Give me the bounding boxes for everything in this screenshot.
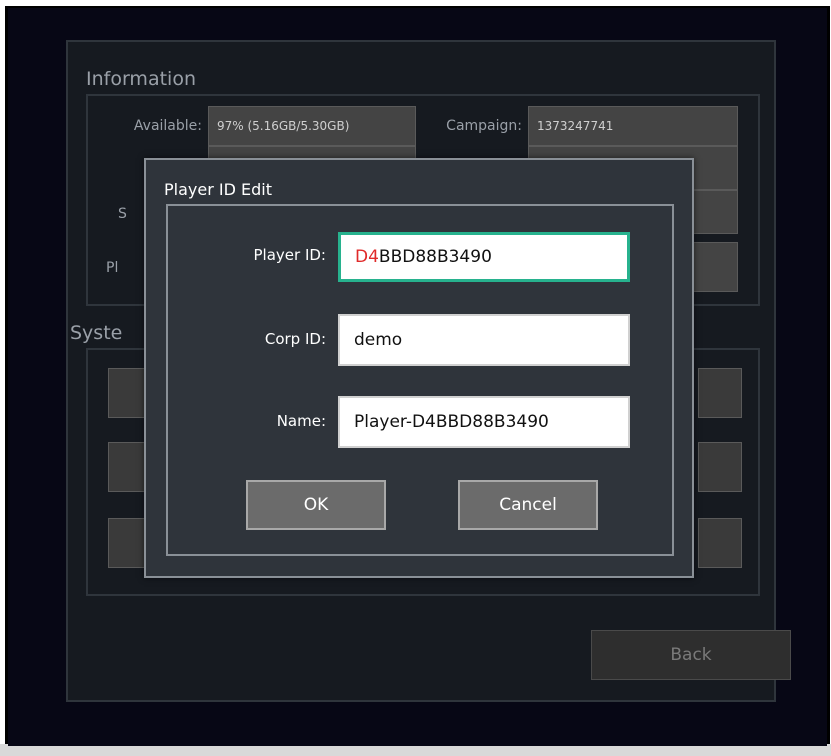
campaign-value: 1373247741 bbox=[528, 106, 738, 146]
player-id-input[interactable]: D4BBD88B3490 bbox=[338, 232, 630, 282]
dialog-title: Player ID Edit bbox=[164, 180, 272, 199]
campaign-label: Campaign: bbox=[446, 118, 522, 134]
partial-label: S bbox=[118, 206, 127, 222]
screenshot-frame: Information Available: 97% (5.16GB/5.30G… bbox=[0, 0, 831, 756]
back-button[interactable]: Back bbox=[591, 630, 791, 680]
system-button[interactable] bbox=[698, 518, 742, 568]
system-button[interactable] bbox=[108, 442, 148, 492]
partial-label: Pl bbox=[106, 260, 119, 276]
system-button[interactable] bbox=[108, 368, 148, 418]
system-button[interactable] bbox=[108, 518, 148, 568]
available-label: Available: bbox=[133, 118, 202, 134]
cancel-button[interactable]: Cancel bbox=[458, 480, 598, 530]
information-title: Information bbox=[86, 68, 196, 90]
system-button[interactable] bbox=[698, 368, 742, 418]
right-border bbox=[827, 6, 830, 746]
player-id-highlighted-text: D4 bbox=[355, 247, 379, 267]
app-screen: Information Available: 97% (5.16GB/5.30G… bbox=[8, 6, 827, 746]
player-id-label: Player ID: bbox=[253, 246, 326, 264]
name-label: Name: bbox=[276, 412, 326, 430]
corp-id-label: Corp ID: bbox=[264, 330, 326, 348]
system-button[interactable] bbox=[698, 442, 742, 492]
dialog-form: Player ID: D4BBD88B3490 Corp ID: demo Na… bbox=[166, 204, 674, 556]
ok-button[interactable]: OK bbox=[246, 480, 386, 530]
player-id-text: BBD88B3490 bbox=[378, 247, 492, 267]
system-title: Syste bbox=[70, 322, 123, 344]
name-input[interactable]: Player-D4BBD88B3490 bbox=[338, 396, 630, 448]
player-id-edit-dialog: Player ID Edit Player ID: D4BBD88B3490 C… bbox=[144, 158, 694, 578]
available-value: 97% (5.16GB/5.30GB) bbox=[208, 106, 416, 146]
corp-id-input[interactable]: demo bbox=[338, 314, 630, 366]
